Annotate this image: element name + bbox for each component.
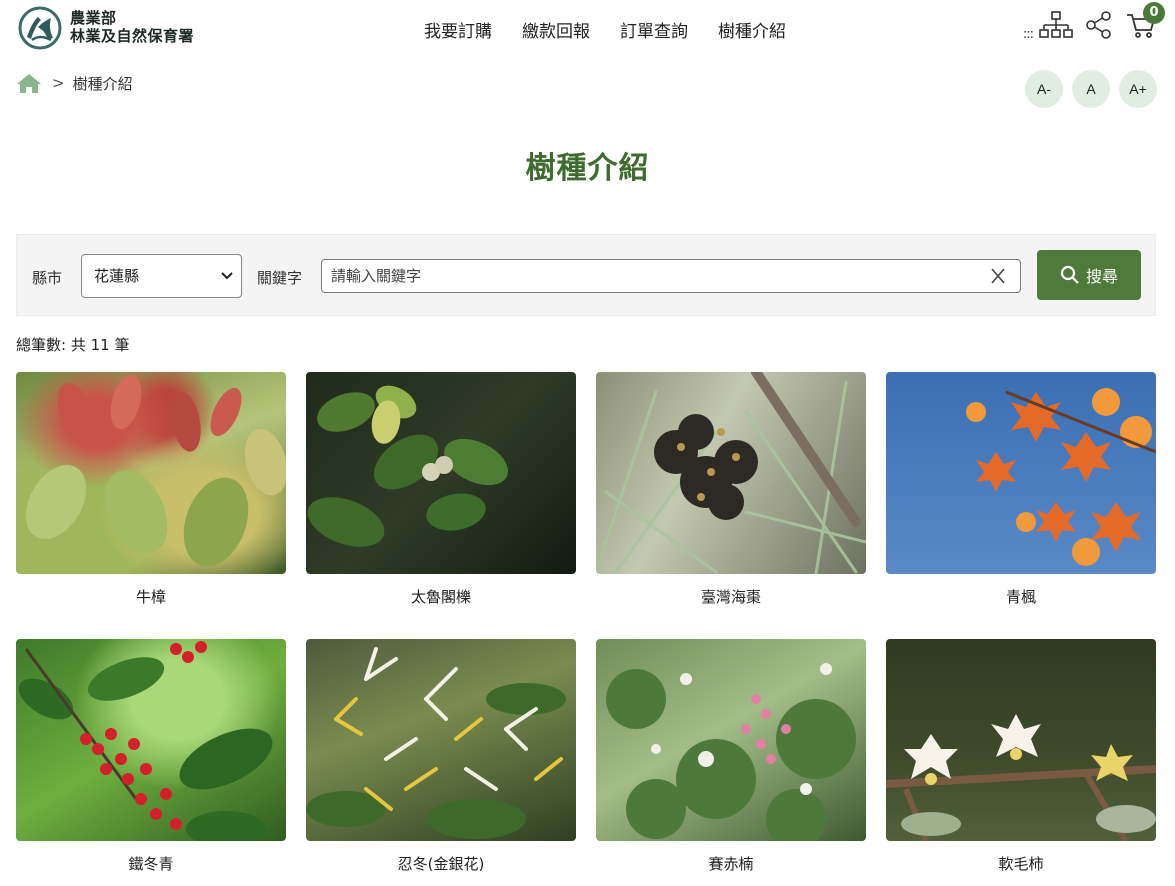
font-size-controls: A- A A+	[1025, 70, 1157, 108]
org-name-line1: 農業部	[70, 9, 117, 27]
font-size-normal-button[interactable]: A	[1072, 70, 1110, 108]
menu-dots: :::	[1022, 26, 1034, 42]
share-icon[interactable]	[1085, 10, 1113, 40]
sitemap-icon[interactable]	[1039, 10, 1073, 40]
clear-icon[interactable]	[990, 260, 1006, 301]
main-nav: 我要訂購 繳款回報 訂單查詢 樹種介紹	[424, 17, 786, 42]
nav-order-query[interactable]: 訂單查詢	[620, 17, 688, 42]
breadcrumb-current: 樹種介紹	[72, 74, 133, 93]
tree-photo[interactable]	[306, 639, 576, 841]
tree-name: 鐵冬青	[128, 855, 174, 873]
breadcrumb-separator: >	[52, 74, 65, 92]
tree-card[interactable]: 軟毛柿	[886, 639, 1156, 874]
county-select[interactable]: 花蓮縣	[81, 254, 242, 298]
keyword-input-placeholder: 請輸入關鍵字	[331, 267, 422, 285]
home-icon[interactable]	[16, 72, 42, 94]
tree-card[interactable]: 太魯閣櫟	[306, 372, 576, 607]
nav-tree-intro[interactable]: 樹種介紹	[718, 17, 786, 42]
county-label: 縣市	[32, 269, 63, 287]
search-icon	[1060, 265, 1079, 284]
font-size-large-button[interactable]: A+	[1119, 70, 1157, 108]
chevron-down-icon	[221, 255, 233, 314]
tree-card[interactable]: 賽赤楠	[596, 639, 866, 874]
tree-photo[interactable]	[886, 639, 1156, 841]
tree-photo[interactable]	[16, 639, 286, 841]
county-select-value: 花蓮縣	[94, 267, 140, 285]
org-name[interactable]: 農業部 林業及自然保育署	[70, 9, 194, 45]
cart-icon[interactable]: 0	[1125, 2, 1165, 40]
keyword-input[interactable]: 請輸入關鍵字	[321, 259, 1021, 293]
tree-photo[interactable]	[886, 372, 1156, 574]
tree-name: 軟毛柿	[998, 855, 1044, 873]
page-title: 樹種介紹	[525, 151, 650, 186]
tree-card[interactable]: 鐵冬青	[16, 639, 286, 874]
breadcrumb: > 樹種介紹	[16, 72, 133, 94]
search-button-label: 搜尋	[1085, 267, 1118, 286]
tree-name: 太魯閣櫟	[410, 588, 471, 606]
search-panel: 縣市 花蓮縣 關鍵字 請輸入關鍵字 搜尋	[16, 234, 1156, 316]
tree-name: 賽赤楠	[708, 855, 754, 873]
nav-order[interactable]: 我要訂購	[424, 17, 492, 42]
font-size-small-button[interactable]: A-	[1025, 70, 1063, 108]
tree-name: 忍冬(金銀花)	[397, 855, 485, 873]
keyword-label: 關鍵字	[257, 269, 303, 287]
tree-name: 青楓	[1005, 588, 1036, 606]
org-name-line2: 林業及自然保育署	[70, 27, 195, 45]
forestry-logo-icon[interactable]	[18, 6, 62, 50]
tree-photo[interactable]	[596, 639, 866, 841]
tree-card[interactable]: 忍冬(金銀花)	[306, 639, 576, 874]
tree-photo[interactable]	[16, 372, 286, 574]
tree-photo[interactable]	[596, 372, 866, 574]
search-button[interactable]: 搜尋	[1037, 250, 1141, 300]
tree-card[interactable]: 青楓	[886, 372, 1156, 607]
cart-count-badge: 0	[1143, 2, 1165, 24]
tree-card[interactable]: 牛樟	[16, 372, 286, 607]
tree-card[interactable]: 臺灣海棗	[596, 372, 866, 607]
nav-payment-report[interactable]: 繳款回報	[522, 17, 590, 42]
site-header: 農業部 林業及自然保育署 我要訂購 繳款回報 訂單查詢 樹種介紹 ::: 0	[0, 0, 1175, 60]
tree-photo[interactable]	[306, 372, 576, 574]
result-count: 總筆數: 共 11 筆	[16, 336, 130, 354]
tree-name: 牛樟	[135, 588, 166, 606]
tree-name: 臺灣海棗	[700, 588, 761, 606]
header-tools: ::: 0	[1022, 2, 1165, 42]
